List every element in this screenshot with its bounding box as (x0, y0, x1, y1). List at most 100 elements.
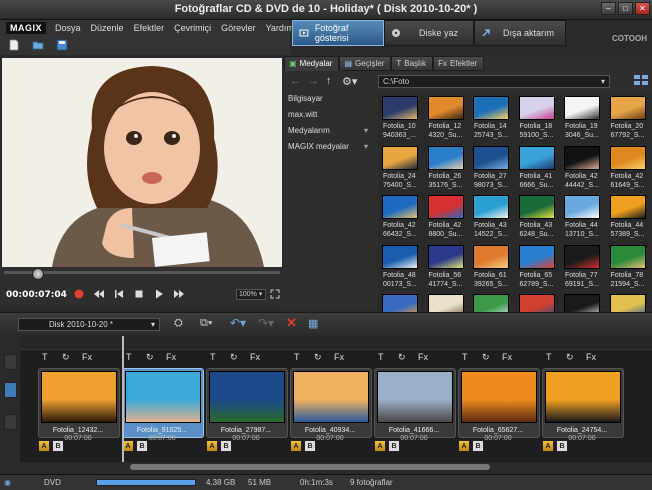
fit-screen-icon[interactable] (270, 289, 280, 299)
tree-item-user[interactable]: max.witt (286, 110, 374, 126)
close-button[interactable]: ✕ (635, 2, 650, 15)
fx-icon[interactable]: Fx (418, 352, 428, 362)
tab-photo-show[interactable]: Fotoğraf gösterisi (292, 20, 384, 46)
rotate-icon[interactable]: ↻ (566, 352, 574, 363)
file-thumbnail[interactable]: Fotolia_42 61649_S... (608, 145, 648, 194)
transition-b-button[interactable]: B (136, 440, 148, 452)
file-thumbnail[interactable]: Fotolia_27 98073_S... (471, 145, 511, 194)
new-document-icon[interactable] (8, 39, 20, 51)
time-ruler[interactable] (20, 336, 652, 350)
file-thumbnail[interactable]: Fotolia_20 67792_S... (608, 96, 648, 144)
tree-item-magix-media[interactable]: MAGIX medyalar ▾ (286, 142, 374, 158)
transition-a-button[interactable]: A (290, 440, 302, 452)
file-thumbnail[interactable]: Fotolia_43 14522_S... (471, 195, 511, 243)
timeline-clip[interactable]: T ↻ Fx Fotolia_24754... 00:07:00 A B (542, 352, 624, 456)
menu-effects[interactable]: Efektler (129, 23, 170, 33)
settings-gear-icon[interactable]: ⚙▾ (342, 75, 357, 88)
storyboard-view-button[interactable] (4, 354, 17, 370)
fx-icon[interactable]: Fx (82, 352, 92, 362)
file-thumbnail[interactable]: Fotolia_24 75400_S... (380, 145, 420, 194)
timeline-clip[interactable]: T ↻ Fx Fotolia_27987... 00:07:00 A B (206, 352, 288, 456)
file-thumbnail[interactable]: Fotolia_42 66432_S... (380, 195, 420, 243)
file-thumbnail[interactable]: Fotolia_18 59100_S... (517, 96, 557, 144)
title-icon[interactable]: T (378, 352, 384, 362)
file-thumbnail[interactable]: Fotolia_42 8800_Su... (426, 195, 466, 243)
file-thumbnail[interactable]: Fotolia_41 6666_Su... (517, 145, 557, 194)
timeline-clip[interactable]: T ↻ Fx Fotolia_91025... 00:07:00 A B (122, 352, 204, 456)
transition-b-button[interactable]: B (220, 440, 232, 452)
title-icon[interactable]: T (126, 352, 132, 362)
save-icon[interactable] (56, 39, 68, 51)
clipboard-icon[interactable]: ▦ (308, 317, 318, 330)
transition-a-button[interactable]: A (374, 440, 386, 452)
redo-icon[interactable]: ↷▾ (258, 316, 274, 330)
seek-handle[interactable] (32, 268, 44, 280)
tab-title[interactable]: T Başlık (391, 56, 434, 71)
title-icon[interactable]: T (210, 352, 216, 362)
tree-item-my-media[interactable]: Medyalarım ▾ (286, 126, 374, 142)
zoom-select[interactable]: 100% ▾ (236, 289, 266, 300)
disk-select[interactable]: Disk 2010-10-20 * ▾ (18, 318, 160, 331)
timeline-view-button[interactable] (4, 382, 17, 398)
chevron-down-icon[interactable]: ▾ (364, 142, 368, 151)
timeline-clip[interactable]: T ↻ Fx Fotolia_12432... 00:07:00 A B (38, 352, 120, 456)
transition-b-button[interactable]: B (304, 440, 316, 452)
fx-icon[interactable]: Fx (250, 352, 260, 362)
auto-arrange-icon[interactable]: ⛭ (174, 317, 183, 330)
tree-item-computer[interactable]: Bilgisayar (286, 94, 374, 110)
file-thumbnail[interactable]: Fotolia_78 21594_S... (608, 244, 648, 293)
forward-arrow-icon[interactable]: → (308, 75, 319, 87)
title-icon[interactable]: T (546, 352, 552, 362)
file-thumbnail[interactable]: Fotolia_65 62789_S... (517, 244, 557, 293)
delete-icon[interactable]: ✕ (286, 315, 297, 331)
fast-forward-icon[interactable] (172, 287, 186, 301)
transition-b-button[interactable]: B (388, 440, 400, 452)
transition-b-button[interactable]: B (52, 440, 64, 452)
horizontal-scrollbar[interactable] (20, 462, 652, 472)
fx-icon[interactable]: Fx (586, 352, 596, 362)
transition-a-button[interactable]: A (38, 440, 50, 452)
stop-icon[interactable] (132, 287, 146, 301)
fx-icon[interactable]: Fx (166, 352, 176, 362)
open-folder-icon[interactable] (32, 39, 44, 51)
up-folder-icon[interactable]: ↑ (326, 75, 332, 87)
maximize-button[interactable]: □ (618, 2, 633, 15)
undo-icon[interactable]: ↶▾ (230, 316, 246, 330)
list-view-button[interactable] (4, 414, 17, 430)
title-icon[interactable]: T (462, 352, 468, 362)
file-thumbnail[interactable]: Fotolia_44 13710_S... (562, 195, 602, 243)
split-icon[interactable]: ⧉▾ (200, 317, 212, 330)
transition-a-button[interactable]: A (206, 440, 218, 452)
title-icon[interactable]: T (294, 352, 300, 362)
tab-export[interactable]: Dışa aktarım (474, 20, 566, 46)
file-thumbnail[interactable]: Fotolia_48 00173_S... (380, 244, 420, 293)
file-thumbnail[interactable]: Fotolia_44 57389_S... (608, 195, 648, 243)
scrollbar-thumb[interactable] (130, 464, 490, 470)
transition-b-button[interactable]: B (556, 440, 568, 452)
tab-transitions[interactable]: ▤ Geçişler (339, 56, 392, 71)
fx-icon[interactable]: Fx (334, 352, 344, 362)
rotate-icon[interactable]: ↻ (62, 352, 70, 363)
file-thumbnail[interactable]: Fotolia_77 69191_S... (562, 244, 602, 293)
rotate-icon[interactable]: ↻ (482, 352, 490, 363)
file-thumbnail[interactable]: Fotolia_43 6248_Su... (517, 195, 557, 243)
timeline-clip[interactable]: T ↻ Fx Fotolia_65627... 00:07:00 A B (458, 352, 540, 456)
file-thumbnail[interactable]: Fotolia_19 3046_Su... (562, 96, 602, 144)
rewind-icon[interactable] (92, 287, 106, 301)
rotate-icon[interactable]: ↻ (146, 352, 154, 363)
fx-icon[interactable]: Fx (502, 352, 512, 362)
playhead[interactable] (122, 336, 124, 462)
chevron-down-icon[interactable]: ▾ (364, 126, 368, 135)
rotate-icon[interactable]: ↻ (398, 352, 406, 363)
play-icon[interactable] (152, 287, 166, 301)
menu-file[interactable]: Dosya (50, 23, 86, 33)
minimize-button[interactable]: – (601, 2, 616, 15)
grid-view-icon[interactable] (634, 75, 648, 85)
tab-media[interactable]: ▣ Medyalar (284, 56, 340, 71)
menu-edit[interactable]: Düzenle (86, 23, 129, 33)
rotate-icon[interactable]: ↻ (314, 352, 322, 363)
rotate-icon[interactable]: ↻ (230, 352, 238, 363)
tab-effects[interactable]: Fx Efektler (433, 56, 485, 71)
file-thumbnail[interactable]: Fotolia_12 4320_Su... (426, 96, 466, 144)
record-icon[interactable] (72, 287, 86, 301)
